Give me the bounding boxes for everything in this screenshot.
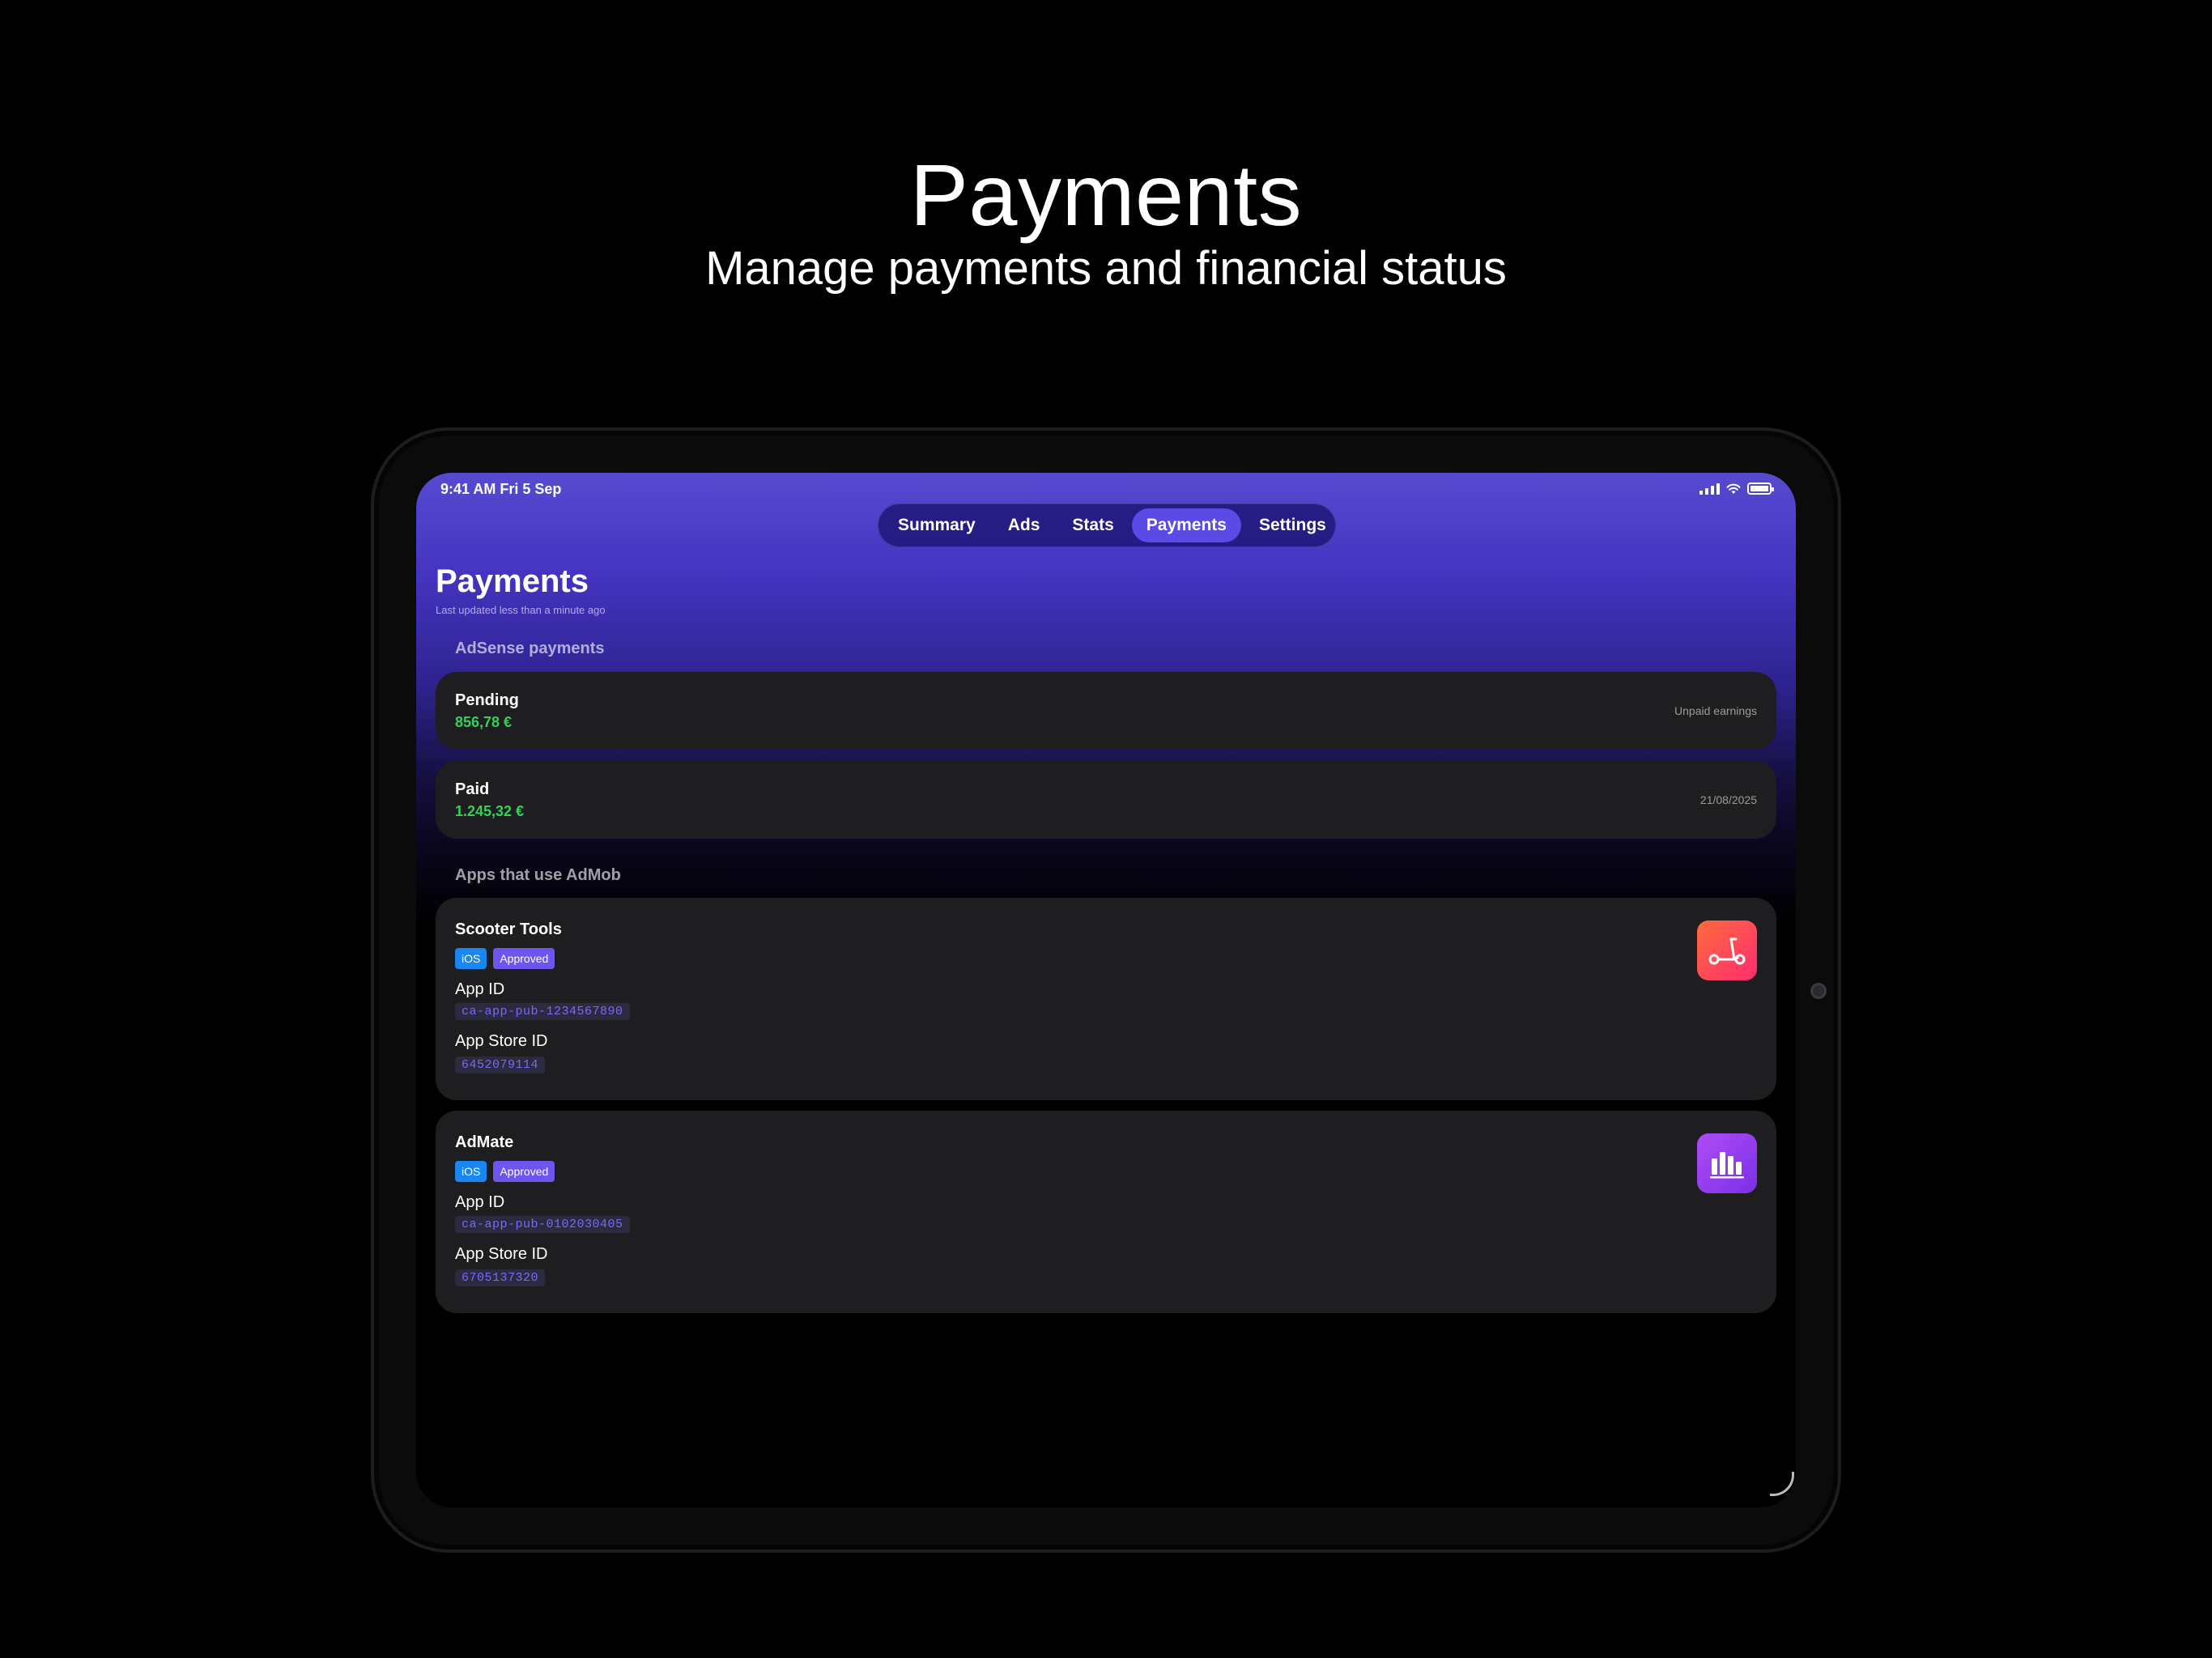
signal-icon — [1699, 483, 1720, 495]
paid-date: 21/08/2025 — [1699, 793, 1757, 806]
app-id-value[interactable]: ca-app-pub-1234567890 — [455, 1003, 630, 1020]
status-badge: Approved — [493, 1161, 555, 1182]
tab-stats[interactable]: Stats — [1057, 508, 1128, 542]
app-name: AdMate — [455, 1133, 514, 1151]
paid-payment-card[interactable]: Paid 1.245,32 € 21/08/2025 — [436, 761, 1776, 839]
page-title: Payments — [436, 563, 589, 599]
pending-note: Unpaid earnings — [1674, 704, 1757, 717]
app-id-label: App ID — [455, 1193, 505, 1211]
wifi-icon — [1726, 483, 1741, 494]
scooter-glyph-icon — [1708, 937, 1746, 965]
app-name: Scooter Tools — [455, 920, 562, 938]
status-time: 9:41 AM Fri 5 Sep — [440, 481, 562, 497]
bar-chart-glyph-icon — [1710, 1152, 1744, 1179]
tab-payments[interactable]: Payments — [1131, 508, 1241, 542]
app-badges: iOS Approved — [455, 948, 555, 969]
platform-badge: iOS — [455, 948, 487, 969]
battery-icon — [1747, 483, 1774, 495]
app-store-id-value[interactable]: 6452079114 — [455, 1056, 546, 1073]
promo-headline: Payments — [909, 146, 1303, 244]
pending-payment-card[interactable]: Pending 856,78 € Unpaid earnings — [436, 672, 1776, 750]
app-id-value[interactable]: ca-app-pub-0102030405 — [455, 1216, 630, 1233]
admob-section-label: Apps that use AdMob — [455, 866, 621, 884]
tab-ads[interactable]: Ads — [993, 508, 1055, 542]
adsense-section-label: AdSense payments — [455, 640, 605, 657]
paid-title: Paid — [455, 780, 490, 798]
app-screen: 9:41 AM Fri 5 Sep Summary Ads Stats Paym… — [416, 473, 1796, 1507]
app-store-id-label: App Store ID — [455, 1245, 548, 1263]
scooter-icon — [1697, 920, 1757, 980]
promo-subheadline: Manage payments and financial status — [705, 242, 1507, 295]
camera-icon — [1810, 983, 1827, 999]
tab-settings[interactable]: Settings — [1244, 508, 1341, 542]
app-card-scooter-tools[interactable]: Scooter Tools iOS Approved App ID ca-app… — [436, 898, 1776, 1100]
tab-summary[interactable]: Summary — [883, 508, 990, 542]
app-id-label: App ID — [455, 980, 505, 998]
pending-amount: 856,78 € — [455, 714, 513, 730]
app-store-id-label: App Store ID — [455, 1032, 548, 1050]
bar-chart-icon — [1697, 1133, 1757, 1193]
app-card-admate[interactable]: AdMate iOS Approved App ID ca-app-pub-01… — [436, 1111, 1776, 1313]
tab-bar: Summary Ads Stats Payments Settings — [878, 504, 1336, 547]
last-updated-text: Last updated less than a minute ago — [436, 604, 606, 616]
status-icons — [1699, 483, 1774, 495]
app-store-id-value[interactable]: 6705137320 — [455, 1269, 546, 1286]
app-badges: iOS Approved — [455, 1161, 555, 1182]
platform-badge: iOS — [455, 1161, 487, 1182]
paid-amount: 1.245,32 € — [455, 803, 525, 819]
pending-title: Pending — [455, 691, 519, 709]
status-badge: Approved — [493, 948, 555, 969]
